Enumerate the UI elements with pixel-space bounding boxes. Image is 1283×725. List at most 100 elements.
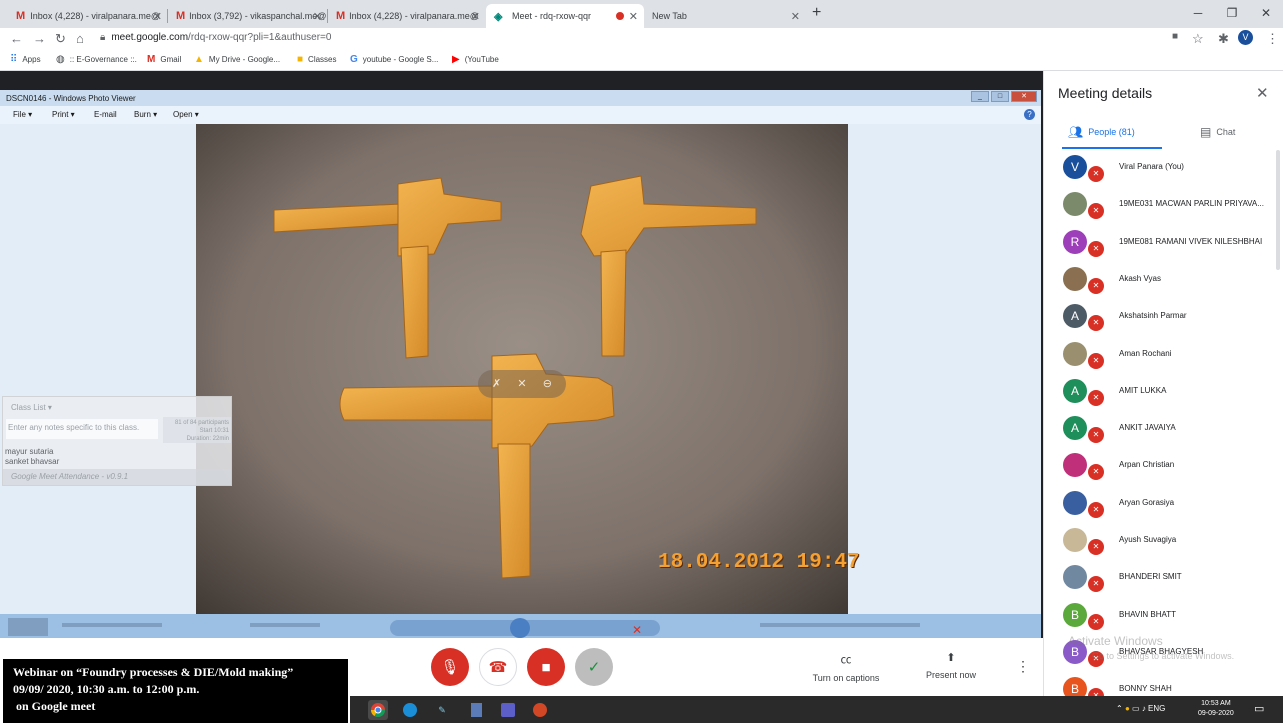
participant-row[interactable]: V ✕ Viral Panara (You) — [1043, 149, 1283, 186]
bookmark-gmail[interactable]: M Gmail — [147, 54, 181, 65]
mic-muted-icon: ✕ — [1088, 278, 1104, 294]
participant-row[interactable]: ✕ Aman Rochani — [1043, 336, 1283, 373]
participant-row[interactable]: A ✕ Akshatsinh Parmar — [1043, 298, 1283, 335]
close-icon[interactable]: ✕ — [471, 10, 480, 23]
home-icon[interactable]: ⌂ — [76, 31, 84, 46]
notification-icon[interactable]: ▭ — [1254, 702, 1264, 715]
delete-icon: ✕ — [632, 623, 642, 637]
close-icon[interactable]: ✕ — [313, 10, 322, 23]
bookmark-youtube-search[interactable]: Gyoutube - Google S... — [350, 54, 438, 65]
participant-row[interactable]: ✕ Akash Vyas — [1043, 261, 1283, 298]
more-options-icon[interactable]: ⋮ — [1016, 658, 1030, 675]
close-icon[interactable]: ✕ — [153, 10, 162, 23]
activate-windows-hint: Go to Settings to activate Windows. — [1092, 651, 1235, 661]
youtube-icon: ▶ — [452, 54, 460, 65]
taskbar-clock[interactable]: 10:53 AM 09-09-2020 — [1198, 699, 1234, 719]
participant-row[interactable]: ✕ Aryan Gorasiya — [1043, 485, 1283, 522]
present-now-button[interactable]: ⬆︎ Present now — [911, 651, 991, 680]
menu-icon[interactable]: ⋮ — [1266, 31, 1279, 47]
mic-muted-icon: ✕ — [1088, 390, 1104, 406]
menu-open: Open ▾ — [173, 110, 199, 119]
tab-label: Meet - rdq-rxow-qqr — [512, 11, 592, 21]
participant-row[interactable]: A ✕ AMIT LUKKA — [1043, 373, 1283, 410]
mic-muted-icon: ✕ — [1088, 464, 1104, 480]
shared-photo — [196, 124, 848, 614]
bookmark-egovernance[interactable]: ◍:: E-Governance ::. — [56, 54, 137, 65]
mic-off-button[interactable]: 🎙︎ — [431, 648, 469, 686]
tile-controls[interactable]: ✗ ✕ ⊖ — [478, 370, 566, 398]
participant-avatar: A — [1063, 416, 1087, 440]
camera-icon[interactable]: ■ — [1172, 31, 1178, 42]
calculator-taskbar-icon[interactable] — [466, 700, 486, 720]
webinar-platform: on Google meet — [13, 699, 96, 713]
back-icon[interactable]: ← — [10, 31, 23, 46]
bookmark-classes[interactable]: ■ Classes — [297, 54, 337, 65]
participant-row[interactable]: A ✕ ANKIT JAVAIYA — [1043, 410, 1283, 447]
meet-icon: ◈ — [494, 10, 503, 23]
participant-row[interactable]: B ✕ BHAVIN BHATT — [1043, 597, 1283, 634]
participant-name: BONNY SHAH — [1119, 684, 1172, 693]
bookmark-apps[interactable]: ⠿ Apps — [10, 54, 41, 65]
paint-taskbar-icon[interactable]: ✎ — [432, 700, 452, 720]
class-notes-input[interactable]: Enter any notes specific to this class. — [6, 419, 158, 439]
chat-icon: ▤ — [1200, 125, 1212, 139]
minimize-icon[interactable]: ─ — [1181, 0, 1215, 28]
close-icon[interactable]: ✕ — [791, 10, 800, 23]
browser-tab-new[interactable]: New Tab ✕ — [644, 4, 806, 28]
forward-icon[interactable]: → — [33, 31, 46, 46]
bookmark-youtube[interactable]: ▶ (YouTube — [452, 54, 499, 65]
tab-chat[interactable]: ▤ Chat — [1200, 125, 1235, 139]
url-path: /rdq-rxow-qqr?pli=1&authuser=0 — [188, 32, 332, 43]
browser-tab-2[interactable]: M Inbox (3,792) - vikaspanchal.me@ ✕ — [168, 4, 328, 28]
url-field[interactable]: 🔒︎ meet.google.com/rdq-rxow-qqr?pli=1&aut… — [100, 32, 331, 43]
captions-button[interactable]: ㏄ Turn on captions — [806, 651, 886, 683]
close-icon[interactable]: ✕ — [629, 10, 638, 23]
close-panel-icon[interactable]: ✕ — [1256, 84, 1269, 102]
hang-up-icon: ☎︎ — [488, 659, 508, 676]
window-controls: ─ ❐ ✕ — [1181, 0, 1283, 28]
participant-name: BHANDERI SMIT — [1119, 572, 1182, 581]
participant-avatar: V — [1063, 155, 1087, 179]
remove-icon[interactable]: ⊖ — [540, 377, 554, 391]
chrome-taskbar-icon[interactable] — [368, 700, 388, 720]
new-tab-button[interactable]: + — [812, 4, 821, 22]
class-list-overlay[interactable]: Class List ▾ Enter any notes specific to… — [2, 396, 232, 486]
participant-avatar — [1063, 528, 1087, 552]
restore-icon[interactable]: ❐ — [1215, 0, 1249, 28]
participant-avatar — [1063, 453, 1087, 477]
mute-audio-icon[interactable]: ✕ — [515, 377, 529, 391]
leave-call-button[interactable]: ☎︎ — [479, 648, 517, 686]
browser-tab-1[interactable]: M Inbox (4,228) - viralpanara.me@ ✕ — [8, 4, 168, 28]
star-icon[interactable]: ☆ — [1192, 31, 1204, 47]
teams-taskbar-icon[interactable] — [498, 700, 518, 720]
participant-row[interactable]: ✕ 19ME031 MACWAN PARLIN PRIYAVA... — [1043, 186, 1283, 223]
pv-maximize-icon: □ — [991, 91, 1009, 102]
tray-arrow-icon: ⌃ — [1116, 704, 1123, 713]
bookmark-drive[interactable]: ▲ My Drive - Google... — [194, 54, 280, 65]
system-tray[interactable]: ⌃ ● ▭ ♪ ENG — [1116, 704, 1165, 713]
participant-row[interactable]: R ✕ 19ME081 RAMANI VIVEK NILESHBHAI — [1043, 224, 1283, 261]
participant-row[interactable]: ✕ BHANDERI SMIT — [1043, 559, 1283, 596]
browser-tab-meet[interactable]: ◈ Meet - rdq-rxow-qqr ✕ — [486, 4, 644, 28]
edge-taskbar-icon[interactable] — [400, 700, 420, 720]
powerpoint-taskbar-icon[interactable] — [530, 700, 550, 720]
language-indicator[interactable]: ENG — [1148, 704, 1165, 713]
profile-avatar[interactable]: V — [1238, 30, 1253, 45]
browser-tab-3[interactable]: M Inbox (4,228) - viralpanara.me@ ✕ — [328, 4, 486, 28]
class-list-header[interactable]: Class List ▾ — [11, 403, 52, 412]
present-icon: ⬆︎ — [946, 652, 956, 664]
camera-off-button[interactable]: ■ — [527, 648, 565, 686]
extensions-icon[interactable]: ✱ — [1218, 31, 1229, 47]
pin-off-icon[interactable]: ✗ — [490, 377, 504, 391]
update-icon: ● — [1124, 704, 1130, 713]
tab-people[interactable]: 👥︎ People (81) — [1068, 125, 1135, 139]
participant-row[interactable]: ✕ Ayush Suvagiya — [1043, 522, 1283, 559]
participant-row[interactable]: ✕ Arpan Christian — [1043, 447, 1283, 484]
close-window-icon[interactable]: ✕ — [1249, 0, 1283, 28]
classroom-icon: ■ — [297, 54, 304, 65]
attendance-check-button[interactable]: ✓ — [575, 648, 613, 686]
people-icon: 👥︎ — [1068, 125, 1084, 139]
gmail-icon: M — [147, 54, 156, 65]
participant-avatar — [1063, 267, 1087, 291]
reload-icon[interactable]: ↻ — [55, 31, 66, 47]
